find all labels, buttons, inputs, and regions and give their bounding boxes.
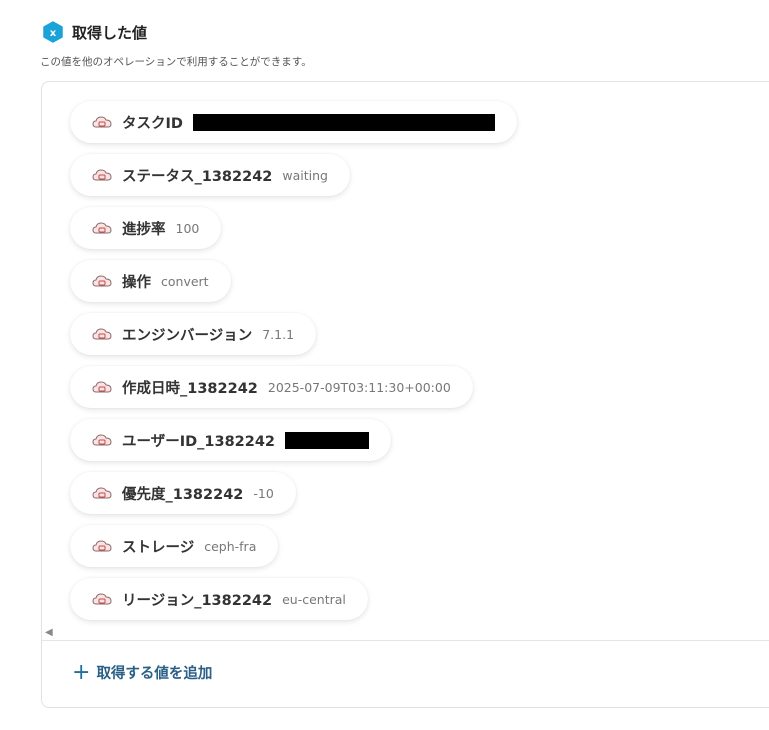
value-chip-user-id[interactable]: ユーザーID_1382242 — [70, 419, 392, 461]
chip-label: 進捗率 — [122, 221, 166, 238]
hex-x-icon: x — [43, 21, 63, 43]
scroll-left-arrow-icon[interactable]: ◀ — [45, 628, 53, 638]
chip-label: エンジンバージョン — [122, 327, 253, 344]
cloud-icon — [92, 222, 112, 234]
cloud-icon — [92, 434, 112, 446]
redacted-value — [285, 431, 370, 449]
values-panel: タスクID ステータス_1382242 waiting 進捗率 100 操作 c… — [41, 81, 769, 708]
chip-value: convert — [161, 273, 209, 289]
value-chip-priority[interactable]: 優先度_1382242 -10 — [70, 472, 296, 514]
values-list[interactable]: タスクID ステータス_1382242 waiting 進捗率 100 操作 c… — [42, 82, 769, 628]
add-value-label: 取得する値を追加 — [96, 666, 213, 682]
chip-value: ceph-fra — [204, 538, 257, 554]
chip-value: eu-central — [282, 591, 346, 607]
chip-label: ストレージ — [122, 539, 195, 556]
section-title: 取得した値 — [72, 23, 148, 42]
value-chip-status[interactable]: ステータス_1382242 waiting — [70, 154, 350, 196]
divider — [42, 640, 769, 641]
redacted-value — [192, 113, 495, 131]
svg-text:x: x — [50, 28, 57, 39]
value-chip-progress[interactable]: 進捗率 100 — [70, 207, 222, 249]
section-description: この値を他のオペレーションで利用することができます。 — [40, 56, 312, 68]
value-chip-created-at[interactable]: 作成日時_1382242 2025-07-09T03:11:30+00:00 — [70, 366, 473, 408]
chip-value: 100 — [175, 220, 200, 236]
section-header: x 取得した値 — [42, 19, 147, 45]
value-chip-storage[interactable]: ストレージ ceph-fra — [70, 525, 279, 567]
chip-label: タスクID — [122, 115, 183, 132]
chip-label: ユーザーID_1382242 — [122, 433, 276, 450]
chip-value: waiting — [282, 167, 328, 183]
chip-label: 作成日時_1382242 — [122, 380, 258, 397]
value-chip-task-id[interactable]: タスクID — [70, 101, 517, 143]
cloud-icon — [92, 593, 112, 605]
value-chip-region[interactable]: リージョン_1382242 eu-central — [70, 578, 368, 620]
chip-label: 優先度_1382242 — [122, 486, 244, 503]
cloud-icon — [92, 487, 112, 499]
cloud-icon — [92, 169, 112, 181]
plus-icon: + — [72, 659, 91, 685]
chip-value: 2025-07-09T03:11:30+00:00 — [267, 379, 451, 395]
chip-value: -10 — [253, 485, 274, 501]
chip-label: 操作 — [122, 274, 151, 291]
chip-value: 7.1.1 — [262, 326, 295, 342]
value-chip-engine-version[interactable]: エンジンバージョン 7.1.1 — [70, 313, 317, 355]
value-chip-operation[interactable]: 操作 convert — [70, 260, 231, 302]
chip-label: リージョン_1382242 — [122, 592, 273, 609]
cloud-icon — [92, 540, 112, 552]
cloud-icon — [92, 116, 112, 128]
cloud-icon — [92, 381, 112, 393]
cloud-icon — [92, 328, 112, 340]
add-value-button[interactable]: + 取得する値を追加 — [72, 659, 213, 685]
chip-label: ステータス_1382242 — [122, 168, 273, 185]
cloud-icon — [92, 275, 112, 287]
